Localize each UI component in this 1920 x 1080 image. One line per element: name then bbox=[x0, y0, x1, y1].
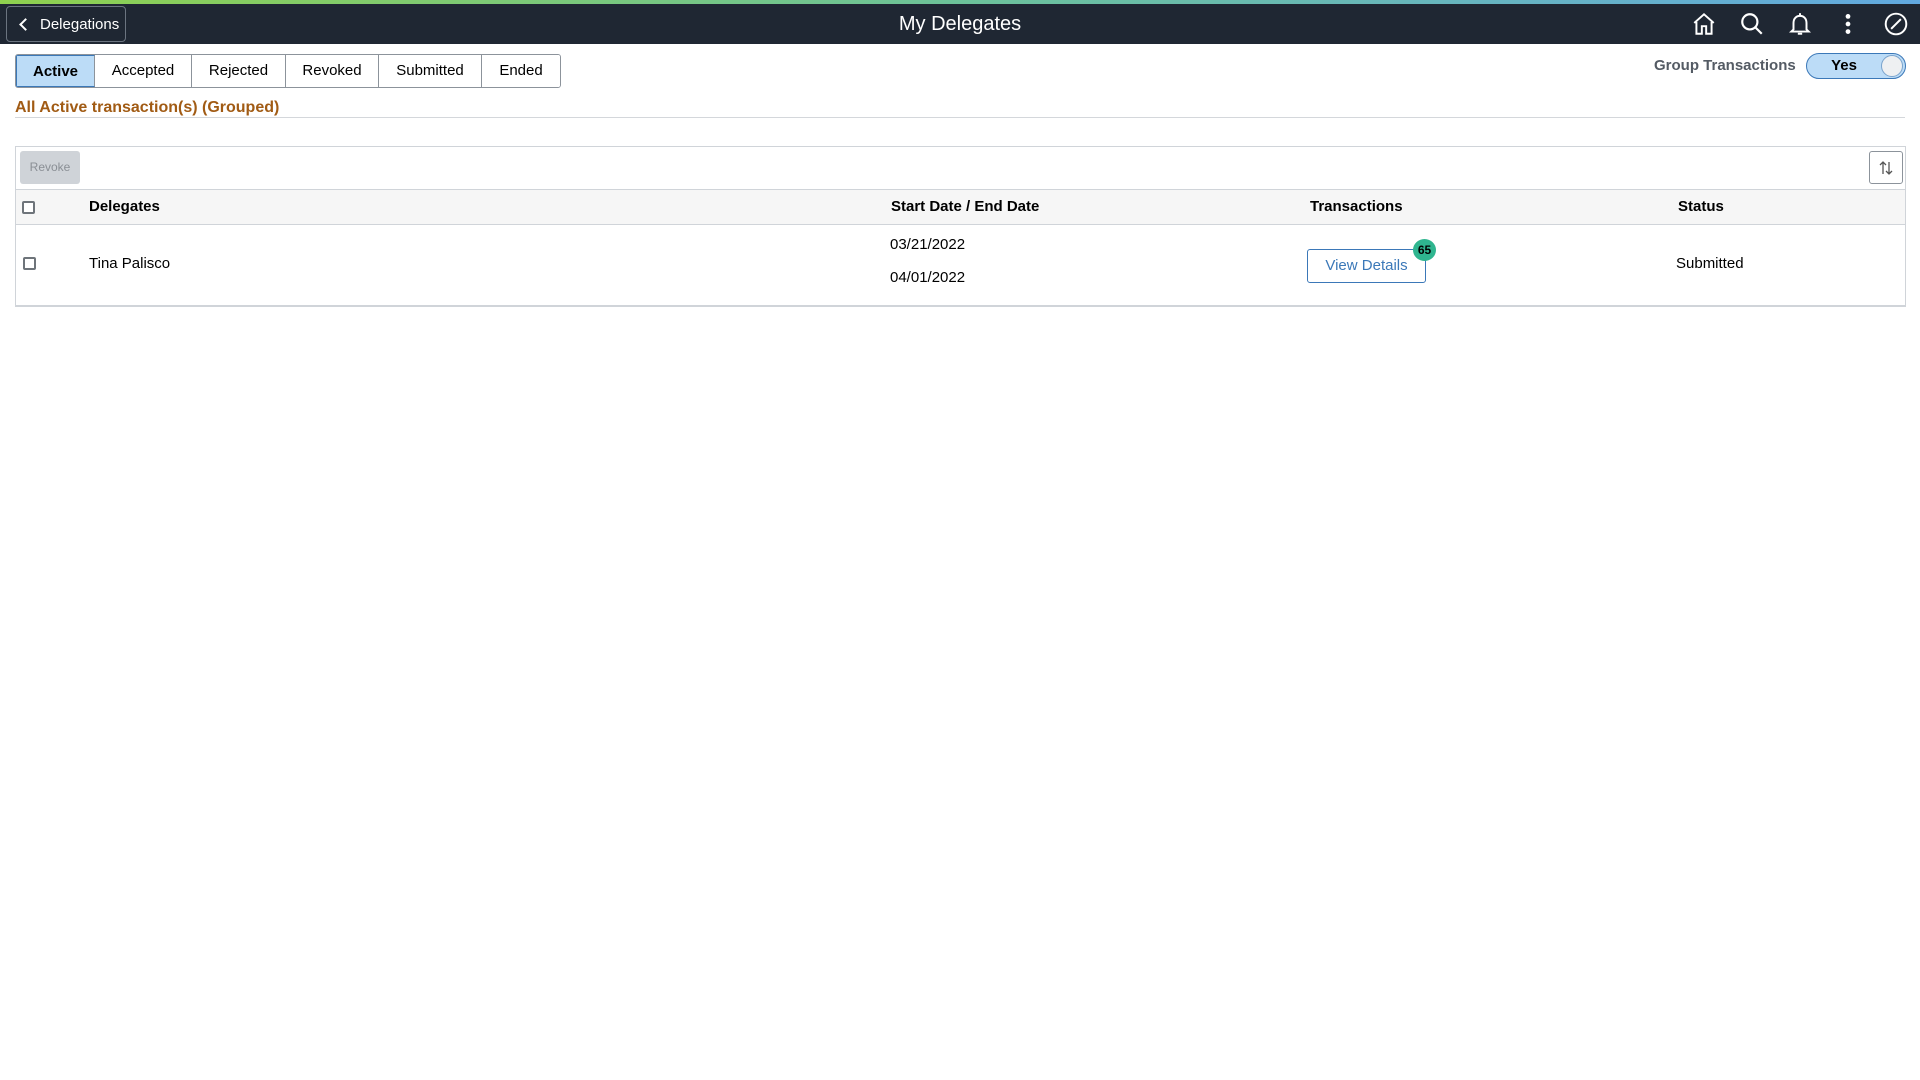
status-value: Submitted bbox=[1676, 255, 1744, 272]
toggle-value: Yes bbox=[1831, 57, 1857, 74]
view-details-button[interactable]: View Details bbox=[1307, 249, 1426, 283]
tab-accepted[interactable]: Accepted bbox=[95, 55, 192, 87]
start-date: 03/21/2022 bbox=[890, 236, 966, 253]
grid-title: All Active transaction(s) (Grouped) bbox=[15, 99, 280, 116]
header-actions bbox=[1680, 4, 1920, 44]
grid-toolbar: Revoke bbox=[16, 147, 1905, 190]
tab-ended[interactable]: Ended bbox=[482, 55, 560, 87]
delegates-grid: Revoke Delegates Start Date / End Date T… bbox=[15, 146, 1906, 307]
page-title: My Delegates bbox=[898, 13, 1022, 35]
transactions-count-badge: 65 bbox=[1413, 239, 1436, 261]
column-header-delegates[interactable]: Delegates bbox=[89, 190, 160, 224]
bell-icon[interactable] bbox=[1776, 4, 1824, 44]
column-header-status[interactable]: Status bbox=[1678, 190, 1724, 224]
grid-header-row: Delegates Start Date / End Date Transact… bbox=[16, 189, 1905, 225]
column-header-dates[interactable]: Start Date / End Date bbox=[891, 190, 1039, 224]
column-header-transactions[interactable]: Transactions bbox=[1310, 190, 1403, 224]
delegate-name: Tina Palisco bbox=[89, 255, 171, 272]
row-checkbox[interactable] bbox=[23, 257, 36, 270]
toggle-knob bbox=[1881, 55, 1903, 77]
divider bbox=[15, 117, 1905, 118]
tab-revoked[interactable]: Revoked bbox=[286, 55, 379, 87]
sort-icon bbox=[1879, 160, 1893, 175]
status-tabs: Active Accepted Rejected Revoked Submitt… bbox=[15, 54, 561, 88]
more-vertical-icon[interactable] bbox=[1824, 4, 1872, 44]
sort-button[interactable] bbox=[1869, 151, 1903, 184]
group-transactions-label: Group Transactions bbox=[1654, 57, 1796, 74]
revoke-button[interactable]: Revoke bbox=[20, 151, 80, 184]
tab-rejected[interactable]: Rejected bbox=[192, 55, 286, 87]
select-all-checkbox[interactable] bbox=[22, 201, 35, 214]
end-date: 04/01/2022 bbox=[890, 269, 966, 286]
group-transactions-toggle[interactable]: Yes bbox=[1806, 53, 1906, 79]
search-icon[interactable] bbox=[1728, 4, 1776, 44]
compass-icon[interactable] bbox=[1872, 4, 1920, 44]
table-row: Tina Palisco 03/21/2022 04/01/2022 View … bbox=[16, 225, 1905, 305]
tab-submitted[interactable]: Submitted bbox=[379, 55, 482, 87]
top-banner: Delegations My Delegates bbox=[0, 0, 1920, 44]
home-icon[interactable] bbox=[1680, 4, 1728, 44]
tab-active[interactable]: Active bbox=[16, 55, 95, 87]
